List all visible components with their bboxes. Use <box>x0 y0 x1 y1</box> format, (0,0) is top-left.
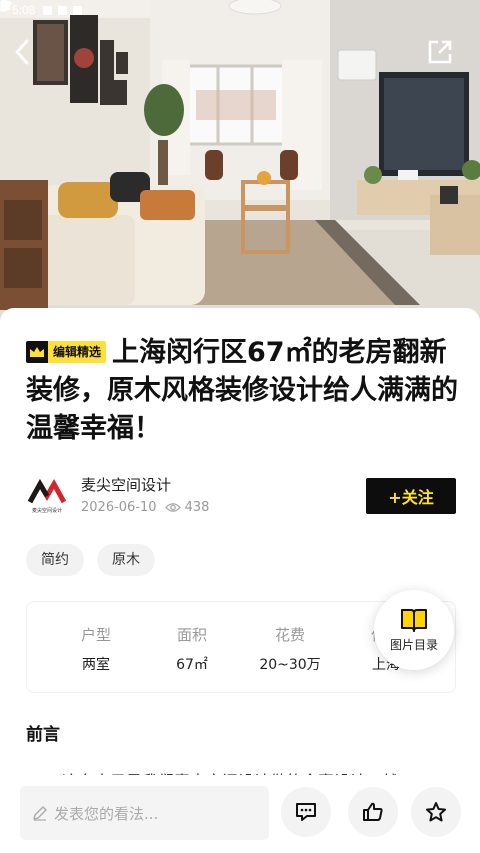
author-meta: 2026-06-10 438 <box>81 500 209 515</box>
app-notification-icon <box>73 5 83 15</box>
follow-button[interactable]: +关注 <box>366 478 456 514</box>
like-button[interactable] <box>348 787 398 837</box>
favorite-button[interactable] <box>411 787 461 837</box>
spec-cost-label: 花费 <box>274 626 305 644</box>
hero-photo: 5:08 <box>0 0 480 330</box>
author-logo[interactable]: 麦尖空间设计 <box>26 476 68 516</box>
spec-area: 面积 67㎡ <box>143 602 241 692</box>
article-sheet: 编辑精选 上海闵行区67㎡的老房翻新装修，原木风格装修设计给人满满的温馨幸福！ … <box>0 308 480 853</box>
spec-layout-value: 两室 <box>82 657 110 673</box>
image-directory-label: 图片目录 <box>389 637 438 652</box>
share-button[interactable] <box>426 38 458 70</box>
spec-cost: 花费 20~30万 <box>241 602 339 692</box>
pencil-icon <box>33 806 47 821</box>
author-avatar: 麦尖空间设计 <box>26 476 68 516</box>
notification-icon <box>43 5 53 15</box>
eye-icon <box>164 503 181 512</box>
star-icon <box>426 802 446 822</box>
comment-icon <box>296 803 316 821</box>
spec-area-value: 67㎡ <box>176 657 208 673</box>
section-title: 前言 <box>26 725 60 745</box>
spec-area-label: 面积 <box>176 626 207 644</box>
book-icon <box>401 608 427 632</box>
back-icon <box>15 39 29 65</box>
comment-input[interactable]: 发表您的看法... <box>20 786 269 840</box>
living-room-photo <box>0 0 480 330</box>
image-directory-button[interactable]: 图片目录 <box>374 590 454 670</box>
publish-date: 2026-06-10 <box>81 500 157 515</box>
badge-label: 编辑精选 <box>48 341 107 363</box>
comment-button[interactable] <box>281 787 331 837</box>
tag-simple[interactable]: 简约 <box>26 544 84 576</box>
view-count: 438 <box>184 500 210 515</box>
article-title-block: 编辑精选 上海闵行区67㎡的老房翻新装修，原木风格装修设计给人满满的温馨幸福！ <box>26 334 458 448</box>
tag-wood[interactable]: 原木 <box>97 544 155 576</box>
spec-layout: 户型 两室 <box>47 602 145 692</box>
image-notification-icon <box>58 5 68 15</box>
bottom-action-bar: 发表您的看法... <box>0 775 480 853</box>
back-button[interactable] <box>12 38 44 70</box>
thumbs-up-icon <box>363 802 383 821</box>
share-icon <box>428 40 452 64</box>
battery-icon <box>0 0 7 12</box>
logo-text: 麦尖空间设计 <box>32 507 62 514</box>
status-bar: 5:08 <box>0 0 480 20</box>
editor-pick-badge: 编辑精选 <box>26 341 107 363</box>
tag-list: 简约 原木 <box>26 544 155 576</box>
crown-icon <box>26 341 48 363</box>
status-time: 5:08 <box>12 3 36 17</box>
spec-cost-value: 20~30万 <box>259 657 321 673</box>
author-name[interactable]: 麦尖空间设计 <box>81 474 171 495</box>
comment-placeholder: 发表您的看法... <box>54 804 159 823</box>
spec-layout-label: 户型 <box>80 626 111 644</box>
author-row: 麦尖空间设计 麦尖空间设计 2026-06-10 438 +关注 <box>26 474 456 518</box>
